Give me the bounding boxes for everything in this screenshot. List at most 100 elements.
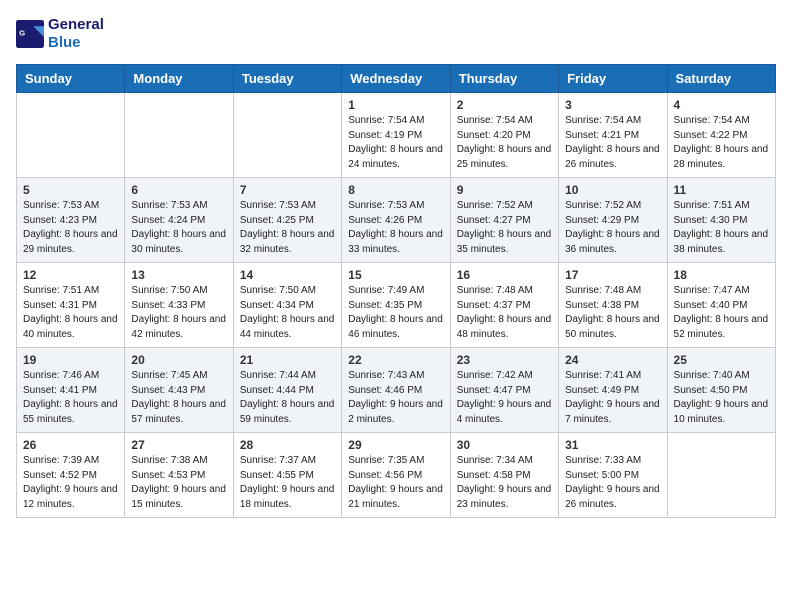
day-info: Sunrise: 7:53 AM Sunset: 4:23 PM Dayligh…: [23, 199, 118, 257]
day-number: 20: [131, 353, 226, 367]
day-number: 26: [23, 438, 118, 452]
logo: G General Blue: [16, 16, 104, 52]
calendar-cell: [667, 433, 775, 518]
day-info: Sunrise: 7:35 AM Sunset: 4:56 PM Dayligh…: [348, 454, 443, 512]
calendar-cell: 5 Sunrise: 7:53 AM Sunset: 4:23 PM Daylig…: [17, 178, 125, 263]
logo-text: General Blue: [48, 16, 104, 52]
day-number: 5: [23, 183, 118, 197]
calendar-cell: 26 Sunrise: 7:39 AM Sunset: 4:52 PM Dayli…: [17, 433, 125, 518]
day-info: Sunrise: 7:41 AM Sunset: 4:49 PM Dayligh…: [565, 369, 660, 427]
day-info: Sunrise: 7:49 AM Sunset: 4:35 PM Dayligh…: [348, 284, 443, 342]
weekday-sunday: Sunday: [17, 65, 125, 93]
calendar-table: SundayMondayTuesdayWednesdayThursdayFrid…: [16, 64, 776, 518]
logo-icon: G: [16, 20, 44, 48]
day-number: 21: [240, 353, 335, 367]
calendar-cell: 17 Sunrise: 7:48 AM Sunset: 4:38 PM Dayli…: [559, 263, 667, 348]
calendar-cell: 29 Sunrise: 7:35 AM Sunset: 4:56 PM Dayli…: [342, 433, 450, 518]
day-number: 19: [23, 353, 118, 367]
day-number: 31: [565, 438, 660, 452]
day-info: Sunrise: 7:48 AM Sunset: 4:37 PM Dayligh…: [457, 284, 552, 342]
weekday-thursday: Thursday: [450, 65, 558, 93]
calendar-cell: 22 Sunrise: 7:43 AM Sunset: 4:46 PM Dayli…: [342, 348, 450, 433]
day-number: 2: [457, 98, 552, 112]
weekday-saturday: Saturday: [667, 65, 775, 93]
day-info: Sunrise: 7:51 AM Sunset: 4:30 PM Dayligh…: [674, 199, 769, 257]
day-number: 3: [565, 98, 660, 112]
day-info: Sunrise: 7:51 AM Sunset: 4:31 PM Dayligh…: [23, 284, 118, 342]
day-number: 7: [240, 183, 335, 197]
calendar-cell: 1Sunrise: 7:54 AM Sunset: 4:19 PM Daylig…: [342, 93, 450, 178]
day-number: 12: [23, 268, 118, 282]
day-info: Sunrise: 7:37 AM Sunset: 4:55 PM Dayligh…: [240, 454, 335, 512]
week-row-3: 19 Sunrise: 7:46 AM Sunset: 4:41 PM Dayli…: [17, 348, 776, 433]
calendar-cell: 31 Sunrise: 7:33 AM Sunset: 5:00 PM Dayli…: [559, 433, 667, 518]
day-info: Sunrise: 7:46 AM Sunset: 4:41 PM Dayligh…: [23, 369, 118, 427]
calendar-cell: 13Sunrise: 7:50 AM Sunset: 4:33 PM Dayli…: [125, 263, 233, 348]
day-info: Sunrise: 7:45 AM Sunset: 4:43 PM Dayligh…: [131, 369, 226, 427]
day-number: 6: [131, 183, 226, 197]
day-info: Sunrise: 7:54 AM Sunset: 4:21 PM Dayligh…: [565, 114, 660, 172]
calendar-cell: 7Sunrise: 7:53 AM Sunset: 4:25 PM Daylig…: [233, 178, 341, 263]
calendar-cell: 19 Sunrise: 7:46 AM Sunset: 4:41 PM Dayli…: [17, 348, 125, 433]
week-row-0: 1Sunrise: 7:54 AM Sunset: 4:19 PM Daylig…: [17, 93, 776, 178]
page-header: G General Blue: [16, 16, 776, 52]
day-number: 22: [348, 353, 443, 367]
calendar-cell: 9Sunrise: 7:52 AM Sunset: 4:27 PM Daylig…: [450, 178, 558, 263]
day-number: 29: [348, 438, 443, 452]
day-info: Sunrise: 7:53 AM Sunset: 4:26 PM Dayligh…: [348, 199, 443, 257]
day-info: Sunrise: 7:54 AM Sunset: 4:19 PM Dayligh…: [348, 114, 443, 172]
calendar-cell: 18 Sunrise: 7:47 AM Sunset: 4:40 PM Dayli…: [667, 263, 775, 348]
calendar-cell: 28 Sunrise: 7:37 AM Sunset: 4:55 PM Dayli…: [233, 433, 341, 518]
day-info: Sunrise: 7:54 AM Sunset: 4:22 PM Dayligh…: [674, 114, 769, 172]
day-number: 4: [674, 98, 769, 112]
calendar-cell: 21 Sunrise: 7:44 AM Sunset: 4:44 PM Dayli…: [233, 348, 341, 433]
calendar-cell: 11 Sunrise: 7:51 AM Sunset: 4:30 PM Dayli…: [667, 178, 775, 263]
week-row-2: 12 Sunrise: 7:51 AM Sunset: 4:31 PM Dayli…: [17, 263, 776, 348]
day-number: 13: [131, 268, 226, 282]
weekday-friday: Friday: [559, 65, 667, 93]
day-number: 14: [240, 268, 335, 282]
day-info: Sunrise: 7:39 AM Sunset: 4:52 PM Dayligh…: [23, 454, 118, 512]
calendar-body: 1Sunrise: 7:54 AM Sunset: 4:19 PM Daylig…: [17, 93, 776, 518]
day-number: 17: [565, 268, 660, 282]
calendar-cell: 3 Sunrise: 7:54 AM Sunset: 4:21 PM Daylig…: [559, 93, 667, 178]
calendar-cell: [17, 93, 125, 178]
day-info: Sunrise: 7:44 AM Sunset: 4:44 PM Dayligh…: [240, 369, 335, 427]
weekday-wednesday: Wednesday: [342, 65, 450, 93]
day-info: Sunrise: 7:47 AM Sunset: 4:40 PM Dayligh…: [674, 284, 769, 342]
calendar-cell: 4 Sunrise: 7:54 AM Sunset: 4:22 PM Daylig…: [667, 93, 775, 178]
weekday-header-row: SundayMondayTuesdayWednesdayThursdayFrid…: [17, 65, 776, 93]
day-info: Sunrise: 7:52 AM Sunset: 4:27 PM Dayligh…: [457, 199, 552, 257]
day-number: 11: [674, 183, 769, 197]
calendar-cell: 6 Sunrise: 7:53 AM Sunset: 4:24 PM Daylig…: [125, 178, 233, 263]
calendar-cell: [233, 93, 341, 178]
day-number: 23: [457, 353, 552, 367]
day-info: Sunrise: 7:43 AM Sunset: 4:46 PM Dayligh…: [348, 369, 443, 427]
week-row-4: 26 Sunrise: 7:39 AM Sunset: 4:52 PM Dayli…: [17, 433, 776, 518]
day-info: Sunrise: 7:40 AM Sunset: 4:50 PM Dayligh…: [674, 369, 769, 427]
calendar-cell: 15Sunrise: 7:49 AM Sunset: 4:35 PM Dayli…: [342, 263, 450, 348]
day-info: Sunrise: 7:33 AM Sunset: 5:00 PM Dayligh…: [565, 454, 660, 512]
day-info: Sunrise: 7:48 AM Sunset: 4:38 PM Dayligh…: [565, 284, 660, 342]
calendar-cell: 10Sunrise: 7:52 AM Sunset: 4:29 PM Dayli…: [559, 178, 667, 263]
calendar-cell: 27Sunrise: 7:38 AM Sunset: 4:53 PM Dayli…: [125, 433, 233, 518]
calendar-cell: 12 Sunrise: 7:51 AM Sunset: 4:31 PM Dayli…: [17, 263, 125, 348]
calendar-cell: 30Sunrise: 7:34 AM Sunset: 4:58 PM Dayli…: [450, 433, 558, 518]
day-number: 18: [674, 268, 769, 282]
calendar-cell: 2 Sunrise: 7:54 AM Sunset: 4:20 PM Daylig…: [450, 93, 558, 178]
day-info: Sunrise: 7:54 AM Sunset: 4:20 PM Dayligh…: [457, 114, 552, 172]
day-number: 8: [348, 183, 443, 197]
day-number: 25: [674, 353, 769, 367]
day-number: 27: [131, 438, 226, 452]
day-info: Sunrise: 7:34 AM Sunset: 4:58 PM Dayligh…: [457, 454, 552, 512]
calendar-cell: 8 Sunrise: 7:53 AM Sunset: 4:26 PM Daylig…: [342, 178, 450, 263]
weekday-monday: Monday: [125, 65, 233, 93]
calendar-cell: 20 Sunrise: 7:45 AM Sunset: 4:43 PM Dayli…: [125, 348, 233, 433]
day-info: Sunrise: 7:42 AM Sunset: 4:47 PM Dayligh…: [457, 369, 552, 427]
calendar-cell: [125, 93, 233, 178]
day-number: 28: [240, 438, 335, 452]
day-info: Sunrise: 7:53 AM Sunset: 4:24 PM Dayligh…: [131, 199, 226, 257]
day-number: 16: [457, 268, 552, 282]
day-number: 24: [565, 353, 660, 367]
calendar-cell: 24 Sunrise: 7:41 AM Sunset: 4:49 PM Dayli…: [559, 348, 667, 433]
